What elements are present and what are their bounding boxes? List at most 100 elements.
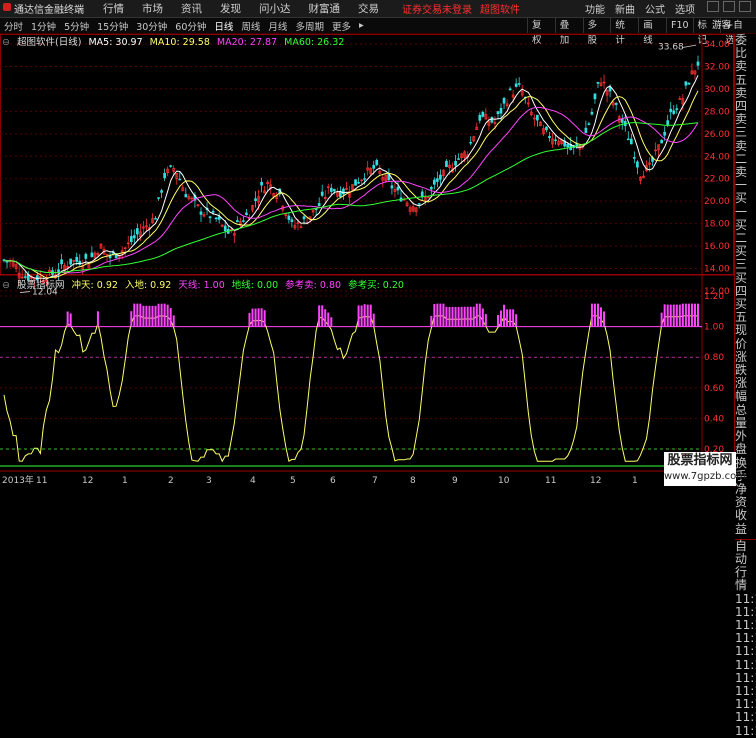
candle-body	[633, 157, 636, 159]
tool-duogu[interactable]: 多股	[582, 18, 611, 46]
guest-label[interactable]: 游客	[712, 18, 731, 33]
tianxian-spike	[672, 304, 675, 327]
tianxian-spike	[251, 308, 254, 327]
tool-huaxian[interactable]: 画线	[638, 18, 666, 46]
chart-collapse-icon[interactable]: ⊖	[2, 37, 10, 48]
tool-tongji[interactable]: 统计	[610, 18, 638, 46]
menu-function[interactable]: 功能	[580, 1, 610, 16]
tianxian-spike	[157, 303, 160, 327]
candle-body	[508, 88, 512, 91]
tianxian-spike	[448, 306, 451, 327]
tick-row-7: 11:1	[735, 657, 756, 672]
x-axis-label: 12	[82, 476, 93, 486]
tianxian-spike	[330, 317, 333, 327]
candle-body	[329, 187, 333, 192]
tianxian-spike	[96, 311, 99, 327]
tianxian-spike	[436, 303, 439, 327]
minimize-icon[interactable]	[707, 1, 719, 12]
candle-body	[290, 219, 294, 223]
tianxian-spike	[478, 303, 481, 327]
period-multi[interactable]: 多周期	[291, 19, 328, 33]
period-30min[interactable]: 30分钟	[132, 19, 171, 33]
candle-body	[90, 252, 94, 257]
candle-body	[626, 138, 630, 141]
candlesticks	[2, 55, 700, 288]
menu-item-hangqing[interactable]: 行情	[94, 1, 133, 16]
period-fenshi[interactable]: 分时	[0, 19, 27, 33]
candle-body	[536, 114, 539, 121]
menu-options[interactable]: 选项	[670, 1, 700, 16]
period-5min[interactable]: 5分钟	[60, 19, 93, 33]
price-y-tick: 34.00	[704, 40, 730, 50]
tick-row-10: 11:1	[735, 697, 756, 712]
tool-f10[interactable]: F10	[665, 18, 693, 33]
candle-body	[502, 98, 506, 104]
menu-item-shichang[interactable]: 市场	[133, 1, 172, 16]
tianxian-spike	[463, 306, 466, 327]
menu-item-zixun[interactable]: 资讯	[172, 1, 211, 16]
x-axis-label: 2013年	[2, 474, 34, 486]
tool-fuquan[interactable]: 复权	[527, 18, 555, 46]
quote-row-6: 买一	[735, 191, 748, 219]
candle-body	[672, 110, 676, 114]
menu-formula[interactable]: 公式	[640, 1, 670, 16]
menu-item-jiaoyi[interactable]: 交易	[349, 1, 388, 16]
menu-xinqu[interactable]: 新曲	[610, 1, 640, 16]
kline-chart[interactable]: 33.6812.04 1.201.000.800.600.400.2034.00…	[0, 34, 734, 487]
brand-link[interactable]: 超图软件	[472, 1, 520, 16]
ma60-label: MA60: 26.32	[284, 37, 345, 48]
period-15min[interactable]: 15分钟	[93, 19, 132, 33]
tianxian-spike	[666, 304, 669, 327]
tianxian-spike	[669, 304, 672, 327]
indicator-collapse-icon[interactable]: ⊖	[2, 280, 10, 291]
ind-value-tianxian: 天线: 1.00	[178, 280, 225, 291]
tianxian-spike	[130, 311, 133, 327]
candle-body	[245, 212, 248, 216]
menu-item-wenxiaoda[interactable]: 问小达	[250, 1, 300, 16]
high-price-pointer	[681, 44, 697, 48]
quote-row-0: 委比	[735, 33, 748, 61]
tianxian-spike	[172, 315, 175, 327]
trade-login-warning[interactable]: 证券交易未登录	[388, 1, 472, 16]
menu-item-faxian[interactable]: 发现	[211, 1, 250, 16]
tick-row-12: 11:1	[735, 723, 756, 738]
period-weekly[interactable]: 周线	[237, 19, 264, 33]
candle-body	[445, 160, 448, 168]
tianxian-spike	[142, 305, 145, 327]
tianxian-spike	[500, 310, 503, 327]
chongtian-line	[3, 315, 698, 463]
tianxian-spike	[154, 305, 157, 327]
tianxian-spike	[660, 312, 663, 327]
tianxian-spike	[139, 303, 142, 327]
tianxian-spike	[466, 306, 469, 327]
period-monthly[interactable]: 月线	[264, 19, 291, 33]
close-icon[interactable]	[739, 1, 751, 12]
period-1min[interactable]: 1分钟	[27, 19, 60, 33]
quote-row-11: 现价	[735, 323, 748, 351]
tianxian-spike	[600, 307, 603, 327]
period-more[interactable]: 更多	[328, 19, 355, 33]
tianxian-spike	[369, 304, 372, 327]
tool-diejia[interactable]: 叠加	[554, 18, 583, 46]
maximize-icon[interactable]	[723, 1, 735, 12]
menu-item-caifutong[interactable]: 财富通	[300, 1, 350, 16]
indicator-legend: ⊖ 股票指标网 冲天: 0.92 入地: 0.92 天线: 1.00 地线: 0…	[2, 277, 408, 291]
price-y-tick: 24.00	[704, 152, 730, 162]
quote-row-8: 买三	[735, 244, 748, 272]
tianxian-spike	[593, 303, 596, 327]
tianxian-spike	[145, 305, 148, 327]
candle-body	[135, 228, 139, 235]
quote-row-1: 卖五	[735, 59, 748, 87]
tianxian-spike	[66, 311, 69, 327]
candle-body	[429, 186, 433, 190]
tick-row-1: 行情	[735, 565, 748, 593]
period-daily[interactable]: 日线	[210, 19, 237, 33]
ind-y-tick: 0.80	[704, 353, 724, 363]
candle-body	[666, 120, 670, 126]
tianxian-spike	[433, 303, 436, 327]
candle-body	[211, 210, 215, 213]
price-y-tick: 14.00	[704, 265, 730, 275]
tianxian-spike	[693, 303, 696, 327]
period-60min[interactable]: 60分钟	[171, 19, 210, 33]
chevron-right-icon[interactable]: ▸	[355, 20, 368, 31]
